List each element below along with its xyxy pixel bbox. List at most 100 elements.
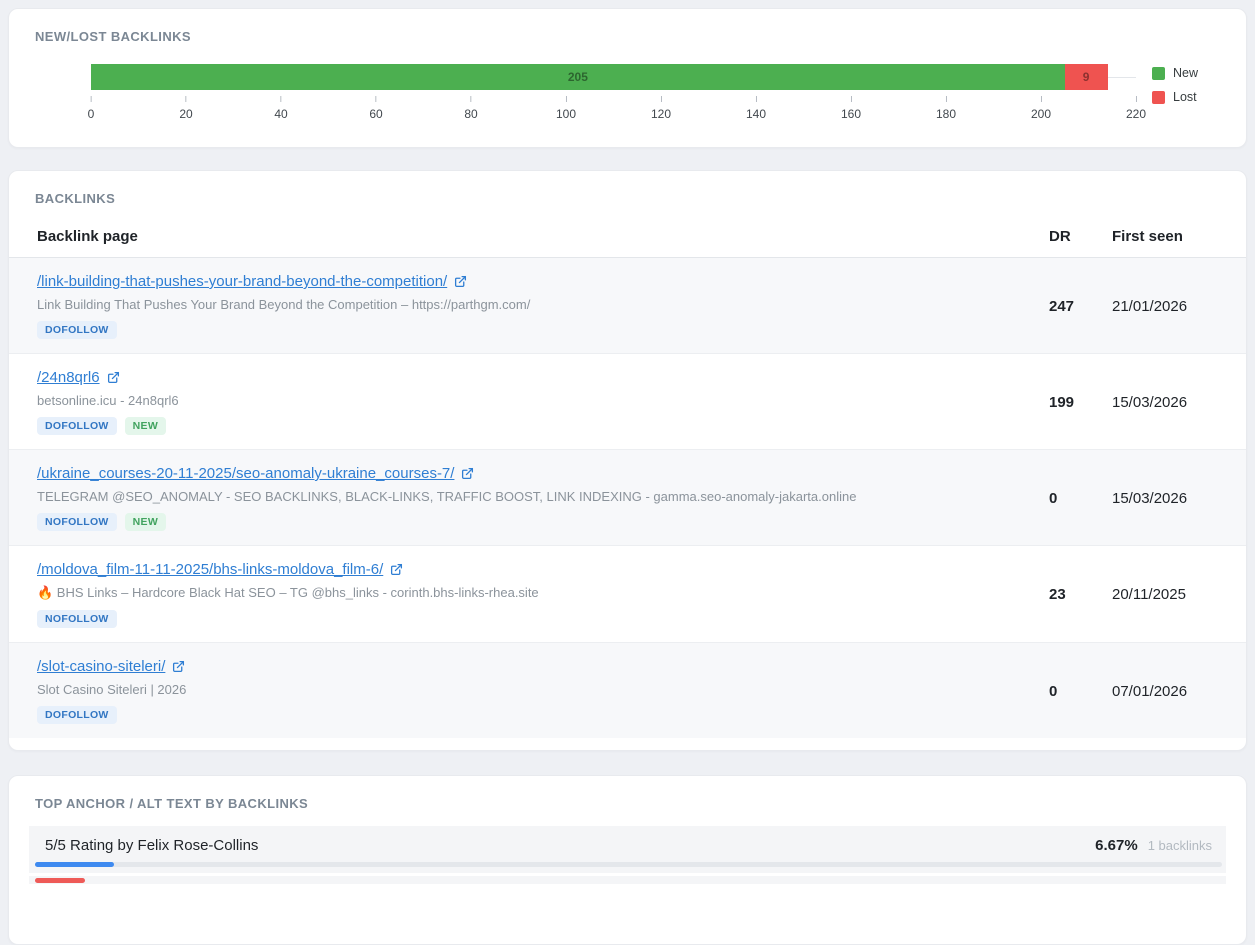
axis-tick: 20	[179, 96, 192, 121]
tick-mark	[1136, 96, 1137, 102]
backlink-link-line: /moldova_film-11-11-2025/bhs-links-moldo…	[37, 561, 1044, 578]
x-axis: 020406080100120140160180200220	[91, 96, 1136, 136]
dr-value: 0	[1044, 683, 1102, 700]
badge-new: NEW	[125, 417, 166, 435]
backlink-url-link[interactable]: /ukraine_courses-20-11-2025/seo-anomaly-…	[37, 465, 454, 482]
tick-mark	[661, 96, 662, 102]
badge-group: DOFOLLOW	[37, 321, 1044, 339]
backlink-url-link[interactable]: /24n8qrl6	[37, 369, 100, 386]
axis-tick: 60	[369, 96, 382, 121]
bar-segment-lost: 9	[1065, 64, 1108, 90]
badge-nofollow: NOFOLLOW	[37, 610, 117, 628]
anchor-text: 5/5 Rating by Felix Rose-Collins	[45, 837, 1095, 854]
first-seen-value: 21/01/2026	[1102, 298, 1220, 315]
tick-label: 0	[88, 107, 95, 121]
legend-swatch-lost	[1152, 91, 1165, 104]
tick-label: 200	[1031, 107, 1051, 121]
backlink-link-line: /slot-casino-siteleri/	[37, 658, 1044, 675]
anchor-progress-fill	[35, 862, 114, 867]
dr-value: 247	[1044, 298, 1102, 315]
tick-label: 120	[651, 107, 671, 121]
backlink-url-link[interactable]: /moldova_film-11-11-2025/bhs-links-moldo…	[37, 561, 383, 578]
new-lost-backlinks-panel: NEW/LOST BACKLINKS 2059 0 20 40 60 80 100 120 1…	[8, 8, 1247, 148]
column-header-dr: DR	[1044, 228, 1102, 245]
tick-label: 80	[464, 107, 477, 121]
backlink-url-link[interactable]: /slot-casino-siteleri/	[37, 658, 165, 675]
tick-label: 180	[936, 107, 956, 121]
anchor-progress-track	[35, 862, 1222, 867]
backlink-cell: /ukraine_courses-20-11-2025/seo-anomaly-…	[37, 465, 1044, 531]
tick-mark	[566, 96, 567, 102]
bar-plot: 2059 020406080100120140160180200220	[91, 64, 1136, 136]
first-seen-value: 20/11/2025	[1102, 586, 1220, 603]
axis-tick: 180	[936, 96, 956, 121]
backlink-cell: /slot-casino-siteleri/Slot Casino Sitele…	[37, 658, 1044, 724]
tick-mark	[1041, 96, 1042, 102]
column-header-first-seen: First seen	[1102, 228, 1220, 245]
backlink-link-line: /link-building-that-pushes-your-brand-be…	[37, 273, 1044, 290]
backlink-description: 🔥 BHS Links – Hardcore Black Hat SEO – T…	[37, 585, 1044, 601]
legend-label: New	[1173, 66, 1198, 80]
backlink-cell: /moldova_film-11-11-2025/bhs-links-moldo…	[37, 561, 1044, 628]
tick-label: 220	[1126, 107, 1146, 121]
legend-swatch-new	[1152, 67, 1165, 80]
backlink-description: Slot Casino Siteleri | 2026	[37, 682, 1044, 697]
backlink-link-line: /ukraine_courses-20-11-2025/seo-anomaly-…	[37, 465, 1044, 482]
table-header: Backlink page DR First seen	[9, 208, 1246, 258]
progress-fill-partial	[35, 878, 85, 883]
panel-title-backlinks: BACKLINKS	[9, 171, 1246, 206]
external-link-icon[interactable]	[172, 660, 185, 673]
backlinks-panel: BACKLINKS Backlink page DR First seen /l…	[8, 170, 1247, 751]
panel-title-new-lost: NEW/LOST BACKLINKS	[9, 9, 1246, 44]
axis-tick: 160	[841, 96, 861, 121]
tick-mark	[946, 96, 947, 102]
tick-mark	[851, 96, 852, 102]
tick-label: 40	[274, 107, 287, 121]
first-seen-value: 15/03/2026	[1102, 394, 1220, 411]
dr-value: 0	[1044, 490, 1102, 507]
panel-title-top-anchor: TOP ANCHOR / ALT TEXT BY BACKLINKS	[9, 776, 1246, 811]
badge-dofollow: DOFOLLOW	[37, 706, 117, 724]
table-row: /24n8qrl6betsonline.icu - 24n8qrl6DOFOLL…	[9, 354, 1246, 450]
tick-mark	[756, 96, 757, 102]
axis-tick: 0	[88, 96, 95, 121]
legend-label: Lost	[1173, 90, 1197, 104]
dr-value: 199	[1044, 394, 1102, 411]
badge-dofollow: DOFOLLOW	[37, 321, 117, 339]
dr-value: 23	[1044, 586, 1102, 603]
table-row: /slot-casino-siteleri/Slot Casino Sitele…	[9, 643, 1246, 738]
backlink-url-link[interactable]: /link-building-that-pushes-your-brand-be…	[37, 273, 447, 290]
tick-label: 140	[746, 107, 766, 121]
legend-item-new[interactable]: New	[1152, 66, 1234, 80]
axis-tick: 220	[1126, 96, 1146, 121]
external-link-icon[interactable]	[454, 275, 467, 288]
external-link-icon[interactable]	[390, 563, 403, 576]
legend-item-lost[interactable]: Lost	[1152, 90, 1234, 104]
first-seen-value: 15/03/2026	[1102, 490, 1220, 507]
table-row: /moldova_film-11-11-2025/bhs-links-moldo…	[9, 546, 1246, 643]
axis-tick: 200	[1031, 96, 1051, 121]
top-anchor-panel: TOP ANCHOR / ALT TEXT BY BACKLINKS 5/5 R…	[8, 775, 1247, 945]
axis-tick: 100	[556, 96, 576, 121]
backlink-cell: /link-building-that-pushes-your-brand-be…	[37, 273, 1044, 339]
badge-group: DOFOLLOW NEW	[37, 417, 1044, 435]
tick-mark	[470, 96, 471, 102]
badge-group: NOFOLLOW	[37, 610, 1044, 628]
axis-tick: 120	[651, 96, 671, 121]
bar-segment-new: 205	[91, 64, 1065, 90]
tick-label: 60	[369, 107, 382, 121]
backlink-description: TELEGRAM @SEO_ANOMALY - SEO BACKLINKS, B…	[37, 489, 1044, 504]
axis-tick: 40	[274, 96, 287, 121]
tick-label: 20	[179, 107, 192, 121]
backlink-link-line: /24n8qrl6	[37, 369, 1044, 386]
anchor-row-partial	[29, 876, 1226, 884]
first-seen-value: 07/01/2026	[1102, 683, 1220, 700]
column-header-backlink-page: Backlink page	[37, 228, 1044, 245]
stacked-bar: 2059	[91, 64, 1136, 90]
anchor-list: 5/5 Rating by Felix Rose-Collins6.67%1 b…	[9, 826, 1246, 873]
external-link-icon[interactable]	[461, 467, 474, 480]
tick-mark	[185, 96, 186, 102]
external-link-icon[interactable]	[107, 371, 120, 384]
badge-group: NOFOLLOWNEW	[37, 513, 1044, 531]
badge-dofollow: DOFOLLOW	[37, 417, 117, 435]
